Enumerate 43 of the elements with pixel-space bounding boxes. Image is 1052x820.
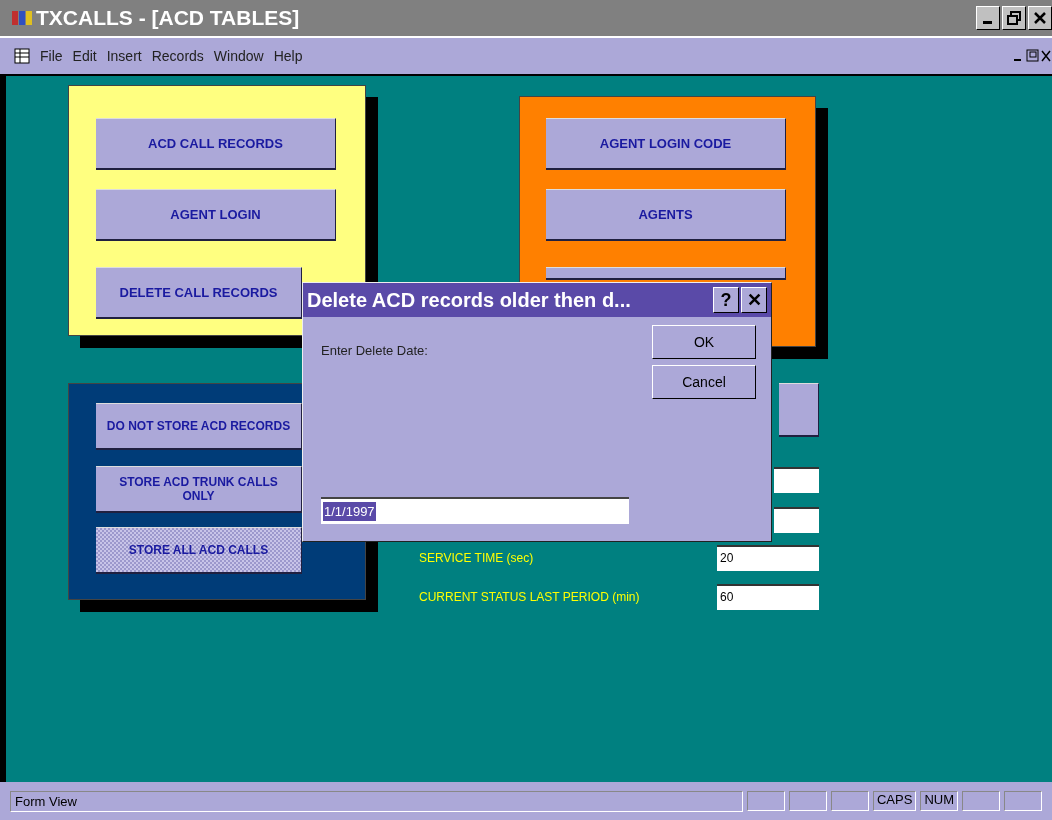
form-button[interactable]: AGENTS: [546, 189, 786, 241]
option-button[interactable]: STORE ACD TRUNK CALLS ONLY: [96, 466, 302, 513]
restore-icon[interactable]: [1007, 11, 1021, 25]
menu-item[interactable]: Records: [151, 48, 204, 64]
date-input[interactable]: 1/1/1997: [321, 497, 629, 524]
form-button[interactable]: DELETE CALL RECORDS: [96, 267, 302, 319]
field-label: CURRENT STATUS LAST PERIOD (min): [419, 590, 640, 604]
input-field[interactable]: [774, 467, 819, 493]
menu-item[interactable]: Help: [273, 48, 303, 64]
option-button[interactable]: DO NOT STORE ACD RECORDS: [96, 403, 302, 450]
option-button[interactable]: STORE ALL ACD CALLS: [96, 527, 302, 574]
prompt-text: Enter Delete Date:: [321, 343, 428, 358]
menu-item[interactable]: Insert: [106, 48, 142, 64]
menu-item[interactable]: Window: [213, 48, 264, 64]
form-button[interactable]: ACD CALL RECORDS: [96, 118, 336, 170]
form-button[interactable]: [779, 383, 819, 437]
form-button[interactable]: AGENT LOGIN: [96, 189, 336, 241]
input-field[interactable]: 20: [717, 545, 819, 571]
input-field[interactable]: 60: [717, 584, 819, 610]
menu-item[interactable]: File: [40, 48, 63, 64]
input-field[interactable]: [774, 507, 819, 533]
document-window-controls[interactable]: [1012, 49, 1052, 63]
dialog-button[interactable]: Cancel: [652, 365, 756, 399]
window-title: TXCALLS - [ACD TABLES]: [36, 6, 300, 30]
dialog-title: Delete ACD records older then d...: [307, 288, 632, 312]
status-pane: [962, 791, 1000, 811]
dialog-button[interactable]: OK: [652, 325, 756, 359]
status-text: Form View: [10, 790, 743, 812]
close-button[interactable]: ✕: [741, 287, 767, 313]
status-pane: [789, 791, 827, 811]
status-indicator: CAPS: [873, 791, 917, 811]
status-pane: [1004, 791, 1042, 811]
field-label: SERVICE TIME (sec): [419, 551, 534, 565]
menu-item[interactable]: Edit: [72, 48, 97, 64]
app-icon: [12, 9, 32, 27]
status-indicator: NUM: [920, 791, 958, 811]
status-pane: [747, 791, 785, 811]
close-icon[interactable]: [1033, 11, 1047, 25]
form-button[interactable]: AGENT LOGIN CODE: [546, 118, 786, 170]
status-pane: [831, 791, 869, 811]
help-button[interactable]: ?: [713, 287, 739, 313]
form-button[interactable]: [546, 267, 786, 280]
form-icon: [14, 48, 30, 64]
